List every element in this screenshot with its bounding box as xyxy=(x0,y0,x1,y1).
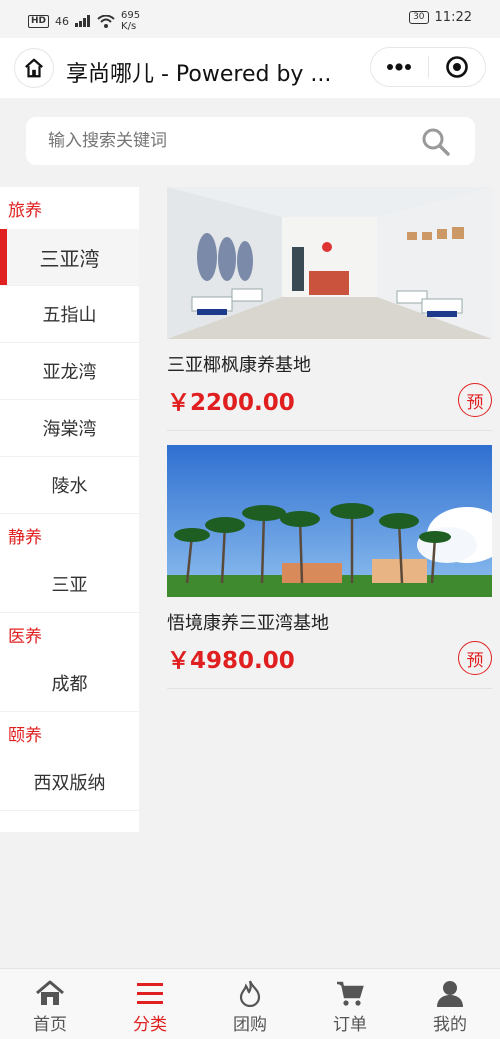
tab-label: 团购 xyxy=(233,1015,267,1035)
tab-label: 首页 xyxy=(33,1015,67,1035)
sidebar-item-wuzhishan[interactable]: 五指山 xyxy=(0,286,139,343)
search-input[interactable] xyxy=(48,131,408,151)
category-group-title: 医养 xyxy=(8,627,42,647)
page-title: 享尚哪儿 - Powered by ... xyxy=(66,62,332,87)
bottom-tab-bar: 首页 分类 团购 订单 我的 xyxy=(0,968,500,1039)
sidebar-item-yalongwan[interactable]: 亚龙湾 xyxy=(0,343,139,400)
tab-label: 分类 xyxy=(133,1015,167,1035)
product-card[interactable]: 悟境康养三亚湾基地 ￥4980.00 预 xyxy=(167,445,492,689)
mini-program-capsule xyxy=(370,47,486,87)
battery-indicator: 30 xyxy=(409,11,429,24)
user-icon xyxy=(437,981,463,1007)
tab-category[interactable]: 分类 xyxy=(100,969,200,1039)
tab-orders[interactable]: 订单 xyxy=(300,969,400,1039)
home-icon xyxy=(25,58,43,78)
category-group-title: 静养 xyxy=(8,528,42,548)
network-label: 46 xyxy=(55,14,70,28)
menu-icon xyxy=(137,983,163,1004)
status-bar: HD 46 695 K/s 30 11:22 xyxy=(0,0,500,38)
tab-home[interactable]: 首页 xyxy=(0,969,100,1039)
tab-label: 我的 xyxy=(433,1015,467,1035)
target-icon xyxy=(445,56,468,78)
sidebar-item-sanya[interactable]: 三亚 xyxy=(0,556,139,613)
signal-icon xyxy=(75,15,91,27)
clock: 11:22 xyxy=(434,10,472,25)
product-card[interactable]: 三亚椰枫康养基地 ￥2200.00 预 xyxy=(167,187,492,431)
book-button[interactable]: 预 xyxy=(458,641,492,675)
product-name[interactable]: 三亚椰枫康养基地 xyxy=(167,351,492,376)
wifi-icon xyxy=(97,14,115,28)
more-button[interactable] xyxy=(371,63,428,71)
close-program-button[interactable] xyxy=(429,55,486,79)
product-meta-row: ￥2200.00 预 xyxy=(167,383,492,417)
category-sidebar: 旅养 三亚湾 五指山 亚龙湾 海棠湾 陵水 静养 三亚 医养 成都 颐养 西双版… xyxy=(0,187,139,832)
sidebar-item-haitangwan[interactable]: 海棠湾 xyxy=(0,400,139,457)
search-bar xyxy=(26,117,475,165)
hd-icon: HD xyxy=(28,14,50,28)
product-image-interior[interactable] xyxy=(167,187,492,339)
book-button[interactable]: 预 xyxy=(458,383,492,417)
tab-label: 订单 xyxy=(333,1015,367,1035)
category-group-title: 旅养 xyxy=(8,201,42,221)
product-meta-row: ￥4980.00 预 xyxy=(167,641,492,675)
nav-header: 享尚哪儿 - Powered by ... xyxy=(0,38,500,98)
speed-unit: K/s xyxy=(121,21,137,32)
more-dots-icon xyxy=(387,63,412,71)
home-button[interactable] xyxy=(14,48,54,88)
sidebar-item-chengdu[interactable]: 成都 xyxy=(0,655,139,712)
sidebar-item-xishuangbanna[interactable]: 西双版纳 xyxy=(0,754,139,811)
sidebar-item-sanyawan[interactable]: 三亚湾 xyxy=(0,229,139,286)
search-icon[interactable] xyxy=(421,127,451,157)
product-price: ￥2200.00 xyxy=(167,390,295,416)
flame-icon xyxy=(239,980,261,1007)
tab-group-buy[interactable]: 团购 xyxy=(200,969,300,1039)
cart-icon xyxy=(337,981,364,1006)
home-icon xyxy=(36,980,64,1005)
speed-value: 695 xyxy=(121,10,141,21)
tab-profile[interactable]: 我的 xyxy=(400,969,500,1039)
product-price: ￥4980.00 xyxy=(167,648,295,674)
product-name[interactable]: 悟境康养三亚湾基地 xyxy=(167,609,492,634)
product-image-palms[interactable] xyxy=(167,445,492,597)
product-list: 三亚椰枫康养基地 ￥2200.00 预 悟境康养三亚湾基地 ￥4980.00 预 xyxy=(167,187,492,703)
sidebar-item-lingshui[interactable]: 陵水 xyxy=(0,457,139,514)
category-group-title: 颐养 xyxy=(8,726,42,746)
speed-readout: 695 K/s xyxy=(121,10,140,32)
